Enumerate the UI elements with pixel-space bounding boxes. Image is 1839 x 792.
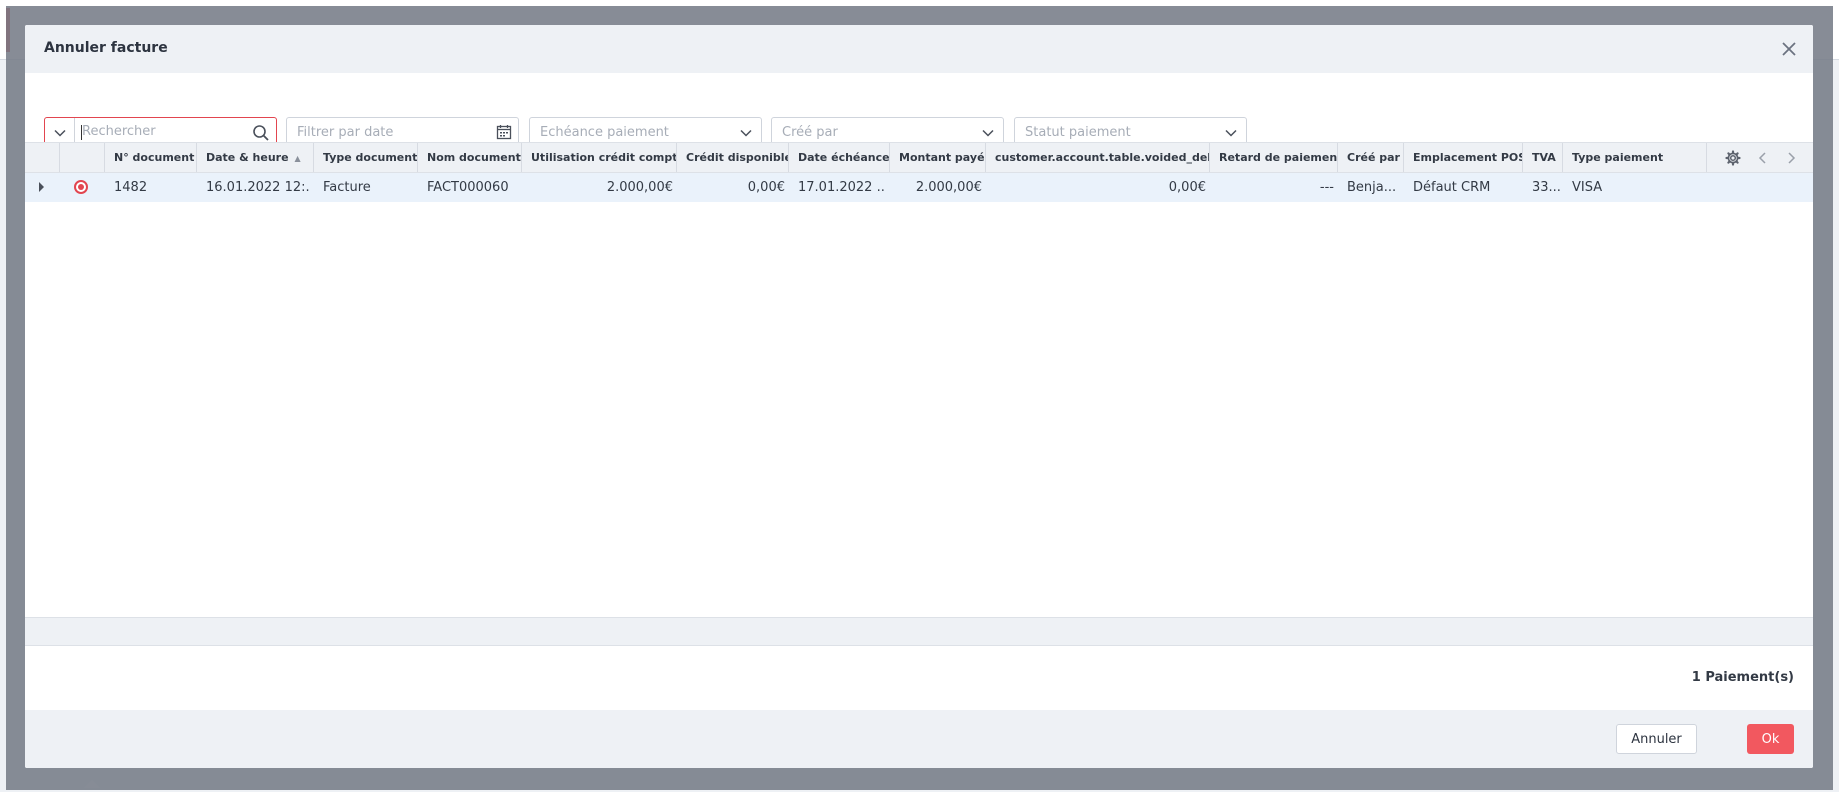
search-input[interactable]: [82, 124, 242, 139]
column-select: [60, 143, 105, 172]
cell-doc-name: FACT000060: [427, 180, 509, 195]
expand-row-icon[interactable]: [39, 182, 44, 192]
date-filter-placeholder: Filtrer par date: [297, 125, 394, 140]
cell-datetime: 16.01.2022 12:...: [206, 180, 310, 195]
column-header-credit-available[interactable]: Crédit disponible: [677, 143, 789, 172]
table-header: N° document Date & heure ▲︎ Type document…: [25, 142, 1813, 173]
chevron-down-icon: [740, 129, 752, 137]
cell-credit-available: 0,00€: [747, 180, 785, 195]
close-icon[interactable]: [1777, 37, 1801, 61]
close-icon-glyph: [1782, 42, 1796, 56]
cell-doc-no: 1482: [114, 180, 148, 195]
cell-payment-type: VISA: [1572, 180, 1603, 195]
cell-vat: 33...: [1532, 180, 1561, 195]
cell-late-payment: ---: [1319, 180, 1334, 195]
column-header-vat[interactable]: TVA: [1523, 143, 1563, 172]
cell-voided-debit: 0,00€: [1168, 180, 1206, 195]
sort-icon[interactable]: ▲︎: [295, 144, 301, 173]
cell-amount-paid: 2.000,00€: [915, 180, 982, 195]
cancel-button[interactable]: Annuler: [1616, 724, 1697, 754]
column-header-datetime[interactable]: Date & heure ▲︎: [197, 143, 314, 172]
cell-doc-type: Facture: [323, 180, 371, 195]
dialog-header: Annuler facture: [25, 25, 1813, 73]
column-header-doc-type[interactable]: Type document: [314, 143, 418, 172]
column-header-voided-debit[interactable]: customer.account.table.voided_debit: [986, 143, 1210, 172]
column-header-created-by[interactable]: Créé par: [1338, 143, 1404, 172]
created-by-placeholder: Créé par: [782, 125, 838, 140]
gear-icon[interactable]: [1725, 150, 1741, 166]
chevron-down-icon: [1225, 129, 1237, 137]
search-icon[interactable]: [252, 124, 270, 142]
payments-count: 1 Paiement(s): [1691, 670, 1794, 685]
table-row[interactable]: 1482 16.01.2022 12:... Facture FACT00006…: [25, 173, 1813, 202]
chevron-right-icon[interactable]: [1783, 150, 1799, 166]
column-header-credit-used[interactable]: Utilisation crédit compte: [522, 143, 677, 172]
column-header-doc-no[interactable]: N° document: [105, 143, 197, 172]
due-date-placeholder: Echéance paiement: [540, 125, 669, 140]
column-expand: [25, 143, 60, 172]
column-header-doc-name[interactable]: Nom document: [418, 143, 522, 172]
cell-due-date: 17.01.2022 ...: [798, 180, 886, 195]
cancel-invoice-dialog: Annuler facture Filtrer par date: [25, 25, 1813, 768]
cell-created-by: Benja...: [1347, 180, 1397, 195]
chevron-down-icon: [54, 129, 66, 137]
row-select-radio[interactable]: [74, 180, 88, 194]
column-header-payment-type[interactable]: Type paiement: [1563, 143, 1707, 172]
column-header-late-payment[interactable]: Retard de paiement: [1210, 143, 1338, 172]
table-footer: [25, 617, 1813, 646]
cell-pos-location: Défaut CRM: [1413, 180, 1491, 195]
ok-button[interactable]: Ok: [1747, 724, 1794, 754]
dialog-footer: Annuler Ok: [25, 710, 1813, 768]
column-header-pos-location[interactable]: Emplacement POS: [1404, 143, 1523, 172]
calendar-icon[interactable]: [496, 124, 512, 140]
chevron-left-icon[interactable]: [1755, 150, 1771, 166]
cell-credit-used: 2.000,00€: [606, 180, 673, 195]
column-header-datetime-label: Date & heure: [206, 151, 289, 164]
dialog-title: Annuler facture: [44, 40, 168, 56]
column-header-due-date[interactable]: Date échéance: [789, 143, 890, 172]
payment-status-placeholder: Statut paiement: [1025, 125, 1131, 140]
column-header-amount-paid[interactable]: Montant payé: [890, 143, 986, 172]
chevron-down-icon: [982, 129, 994, 137]
